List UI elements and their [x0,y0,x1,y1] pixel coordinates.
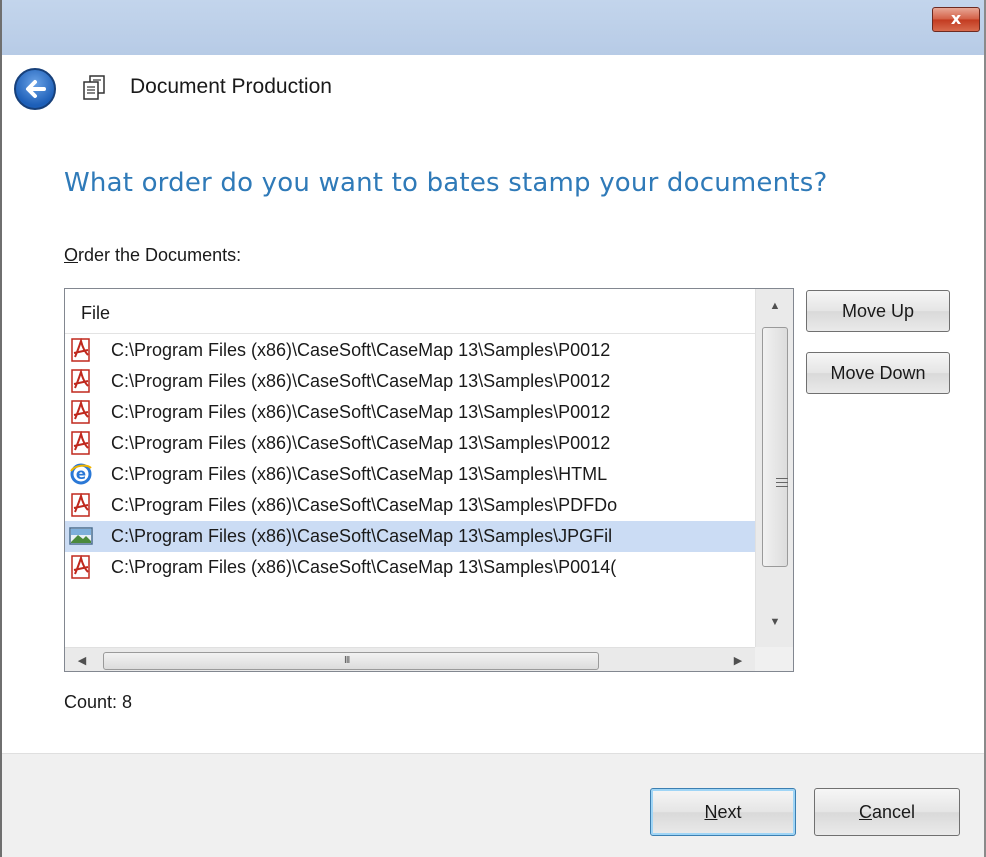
next-text: ext [717,802,742,822]
next-button[interactable]: Next [650,788,796,836]
back-arrow-icon [26,80,46,98]
page-heading: What order do you want to bates stamp yo… [64,168,828,198]
vertical-scroll-thumb[interactable] [762,327,788,567]
pdf-icon [69,399,93,424]
horizontal-grip: III [344,655,350,666]
scroll-right-arrow-icon[interactable]: ▶ [721,648,755,671]
scroll-down-arrow-icon[interactable]: ▼ [756,605,793,639]
file-path: C:\Program Files (x86)\CaseSoft\CaseMap … [111,433,611,453]
pdf-icon [69,368,93,393]
file-path: C:\Program Files (x86)\CaseSoft\CaseMap … [111,464,608,484]
file-row[interactable]: C:\Program Files (x86)\CaseSoft\CaseMap … [65,428,755,459]
close-button[interactable]: x [932,7,980,32]
document-count: Count: 8 [64,692,133,712]
file-path: C:\Program Files (x86)\CaseSoft\CaseMap … [111,340,611,360]
scroll-up-arrow-icon[interactable]: ▲ [756,289,793,323]
file-path: C:\Program Files (x86)\CaseSoft\CaseMap … [111,371,611,391]
file-row[interactable]: C:\Program Files (x86)\CaseSoft\CaseMap … [65,366,755,397]
scroll-grip-icon [776,478,788,487]
image-icon [69,524,93,548]
file-path: C:\Program Files (x86)\CaseSoft\CaseMap … [111,495,618,515]
vertical-scrollbar[interactable]: ▲ ▼ [755,289,793,647]
order-label-text: rder the Documents: [78,245,242,265]
ie-html-icon: e [69,462,93,486]
column-header-file[interactable]: File [65,289,755,334]
move-down-button[interactable]: Move Down [806,352,950,394]
file-row[interactable]: C:\Program Files (x86)\CaseSoft\CaseMap … [65,490,755,521]
file-rows: C:\Program Files (x86)\CaseSoft\CaseMap … [65,335,755,583]
back-button[interactable] [14,68,56,110]
dialog-window: x Document Production What order do you … [0,0,986,857]
header-title: Document Production [130,75,332,98]
horizontal-scroll-thumb[interactable]: III [103,652,599,670]
pdf-icon [69,430,93,455]
pdf-icon [69,492,93,517]
file-path: C:\Program Files (x86)\CaseSoft\CaseMap … [111,557,617,577]
documents-listbox[interactable]: File C:\Program Files (x86)\CaseSoft\Cas… [64,288,794,672]
horizontal-scrollbar[interactable]: ◀ III ▶ [65,647,755,671]
cancel-button[interactable]: Cancel [814,788,960,836]
column-header-label: File [81,303,111,323]
cancel-accelerator: C [858,802,872,822]
wizard-header: Document Production [2,55,984,123]
pdf-icon [69,337,93,362]
svg-text:e: e [76,465,86,483]
order-label-accelerator: O [64,245,79,265]
file-row[interactable]: C:\Program Files (x86)\CaseSoft\CaseMap … [65,397,755,428]
file-path: C:\Program Files (x86)\CaseSoft\CaseMap … [111,402,611,422]
pdf-icon [69,554,93,579]
title-bar: x [2,0,984,55]
next-accelerator: N [704,802,718,822]
file-row[interactable]: C:\Program Files (x86)\CaseSoft\CaseMap … [65,521,755,552]
file-row[interactable]: C:\Program Files (x86)\CaseSoft\CaseMap … [65,335,755,366]
document-production-icon [83,75,105,100]
scrollbar-corner [755,647,793,671]
order-documents-label: Order the Documents: [64,245,241,266]
file-row[interactable]: e C:\Program Files (x86)\CaseSoft\CaseMap… [65,459,755,490]
file-row[interactable]: C:\Program Files (x86)\CaseSoft\CaseMap … [65,552,755,583]
file-path: C:\Program Files (x86)\CaseSoft\CaseMap … [111,526,613,546]
scroll-left-arrow-icon[interactable]: ◀ [65,648,99,671]
move-up-button[interactable]: Move Up [806,290,950,332]
cancel-text: ancel [871,802,916,822]
